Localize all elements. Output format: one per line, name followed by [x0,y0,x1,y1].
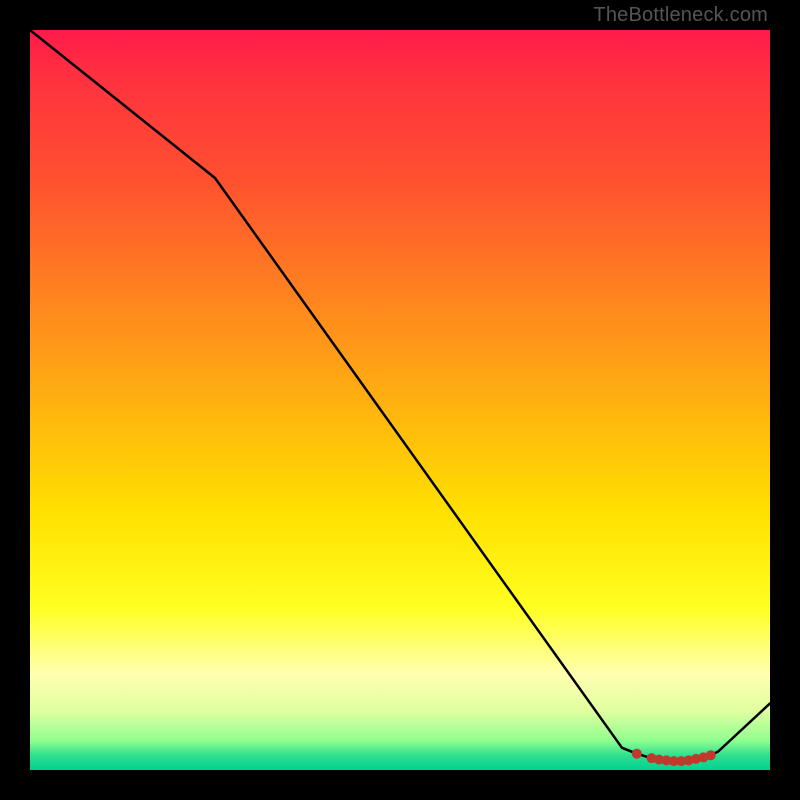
plot-area [30,30,770,770]
marker-point [654,755,664,765]
marker-point [691,754,701,764]
marker-point [669,756,679,766]
watermark-text: TheBottleneck.com [593,4,768,27]
marker-point [632,749,642,759]
marker-point [676,756,686,766]
marker-point [661,755,671,765]
highlight-markers [632,749,716,766]
marker-point [706,750,716,760]
marker-point [698,752,708,762]
chart-container: TheBottleneck.com [0,0,800,800]
marker-point [684,755,694,765]
marker-point [647,753,657,763]
series-curve [30,30,770,761]
chart-svg [30,30,770,770]
